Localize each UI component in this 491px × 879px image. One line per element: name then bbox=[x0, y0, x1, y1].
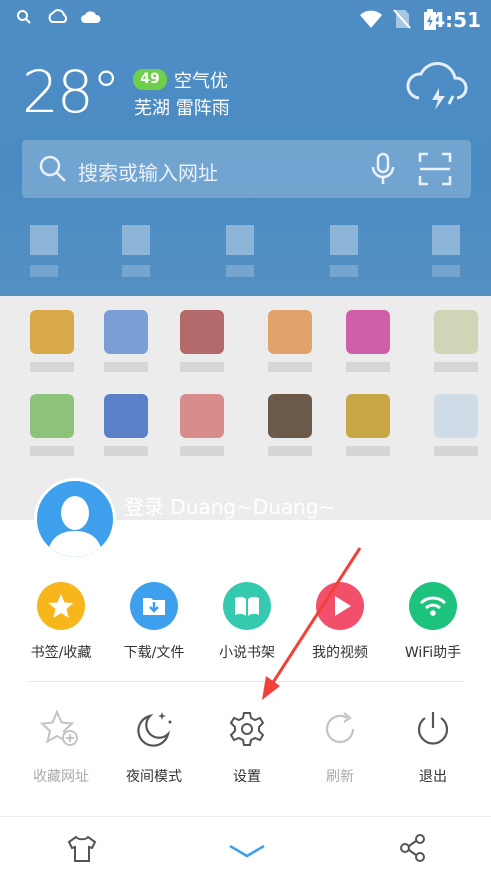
menu-item-exit[interactable]: 退出 bbox=[386, 708, 480, 786]
aqi-label: 空气优 bbox=[174, 71, 228, 92]
blurred-app-label bbox=[346, 362, 390, 372]
login-button[interactable]: 登录 Duang~Duang~ bbox=[124, 491, 335, 520]
menu-item-novels[interactable]: 小说书架 bbox=[200, 582, 294, 662]
scan-icon[interactable] bbox=[418, 152, 452, 186]
blurred-shortcut-label bbox=[122, 265, 150, 277]
menu-item-label: WiFi助手 bbox=[404, 645, 462, 661]
blurred-app-label bbox=[30, 446, 74, 456]
gear-icon bbox=[229, 712, 265, 746]
menu-item-label: 设置 bbox=[233, 769, 261, 785]
blurred-app bbox=[346, 310, 390, 354]
blurred-app bbox=[30, 310, 74, 354]
wifi-icon bbox=[409, 582, 457, 630]
blurred-app-label bbox=[104, 362, 148, 372]
menu-item-videos[interactable]: 我的视频 bbox=[293, 582, 387, 662]
blurred-shortcut bbox=[122, 225, 150, 255]
menu-item-refresh[interactable]: 刷新 bbox=[293, 708, 387, 786]
blurred-shortcut bbox=[432, 225, 460, 255]
thunderstorm-icon[interactable] bbox=[405, 58, 473, 114]
blurred-app-label bbox=[434, 446, 478, 456]
blurred-shortcut-label bbox=[432, 265, 460, 277]
menu-item-label: 小说书架 bbox=[219, 645, 275, 661]
book-icon bbox=[223, 582, 271, 630]
blurred-app bbox=[346, 394, 390, 438]
location-condition: 芜湖 雷阵雨 bbox=[134, 98, 230, 119]
menu-item-downloads[interactable]: 下载/文件 bbox=[107, 582, 201, 662]
menu-item-label: 下载/文件 bbox=[123, 645, 185, 661]
weather-notification-icon bbox=[48, 9, 68, 23]
blurred-app-label bbox=[30, 362, 74, 372]
play-icon bbox=[316, 582, 364, 630]
user-avatar-icon bbox=[47, 496, 103, 557]
bottom-toolbar bbox=[0, 816, 491, 879]
search-notification-icon bbox=[17, 10, 31, 24]
temperature[interactable]: 28° bbox=[22, 58, 121, 126]
blurred-app bbox=[434, 394, 478, 438]
star-icon bbox=[37, 582, 85, 630]
wifi-signal-icon bbox=[360, 10, 382, 28]
blurred-shortcut bbox=[226, 225, 254, 255]
aqi-badge: 49 bbox=[133, 69, 167, 90]
blurred-app-label bbox=[180, 362, 224, 372]
menu-item-label: 收藏网址 bbox=[33, 769, 89, 785]
blurred-app-label bbox=[268, 362, 312, 372]
blurred-app-label bbox=[180, 446, 224, 456]
share-icon[interactable] bbox=[398, 833, 428, 863]
avatar[interactable] bbox=[34, 478, 116, 560]
menu-item-add-bookmark[interactable]: 收藏网址 bbox=[14, 708, 108, 786]
blurred-shortcut bbox=[30, 225, 58, 255]
blurred-shortcut-label bbox=[330, 265, 358, 277]
clock: 4:51 bbox=[431, 8, 481, 32]
microphone-icon[interactable] bbox=[370, 152, 396, 186]
browser-home-header: 4:51 28° 49 空气优 芜湖 雷阵雨 搜索或输入网址 bbox=[0, 0, 491, 296]
blurred-app bbox=[434, 310, 478, 354]
power-icon bbox=[417, 712, 449, 745]
blurred-app bbox=[104, 394, 148, 438]
blurred-app bbox=[30, 394, 74, 438]
blurred-shortcut-label bbox=[226, 265, 254, 277]
blurred-app bbox=[268, 310, 312, 354]
star-add-icon bbox=[39, 709, 78, 746]
blurred-app-label bbox=[346, 446, 390, 456]
download-folder-icon bbox=[130, 582, 178, 630]
menu-item-label: 刷新 bbox=[326, 769, 354, 785]
blurred-app bbox=[104, 310, 148, 354]
blurred-shortcut-label bbox=[30, 265, 58, 277]
search-bar[interactable]: 搜索或输入网址 bbox=[22, 140, 471, 198]
blurred-app bbox=[180, 394, 224, 438]
blurred-app bbox=[180, 310, 224, 354]
blurred-app-label bbox=[104, 446, 148, 456]
divider bbox=[28, 681, 464, 682]
search-icon bbox=[39, 155, 66, 182]
blurred-shortcut bbox=[330, 225, 358, 255]
refresh-icon bbox=[325, 712, 355, 744]
menu-item-label: 退出 bbox=[419, 769, 447, 785]
cloud-notification-icon bbox=[81, 11, 101, 23]
menu-item-night-mode[interactable]: 夜间模式 bbox=[107, 708, 201, 786]
menu-item-label: 我的视频 bbox=[312, 645, 368, 661]
menu-item-label: 夜间模式 bbox=[126, 769, 182, 785]
chevron-down-icon[interactable] bbox=[228, 843, 266, 859]
shirt-icon[interactable] bbox=[66, 835, 98, 863]
no-sim-icon bbox=[393, 9, 411, 29]
search-input[interactable]: 搜索或输入网址 bbox=[78, 157, 218, 186]
blurred-app-label bbox=[434, 362, 478, 372]
blurred-app bbox=[268, 394, 312, 438]
menu-item-settings[interactable]: 设置 bbox=[200, 708, 294, 786]
status-bar: 4:51 bbox=[0, 0, 491, 38]
menu-item-bookmarks[interactable]: 书签/收藏 bbox=[14, 582, 108, 662]
menu-item-wifi-assistant[interactable]: WiFi助手 bbox=[386, 582, 480, 662]
menu-item-label: 书签/收藏 bbox=[30, 645, 92, 661]
moon-icon bbox=[137, 712, 172, 747]
blurred-app-label bbox=[268, 446, 312, 456]
